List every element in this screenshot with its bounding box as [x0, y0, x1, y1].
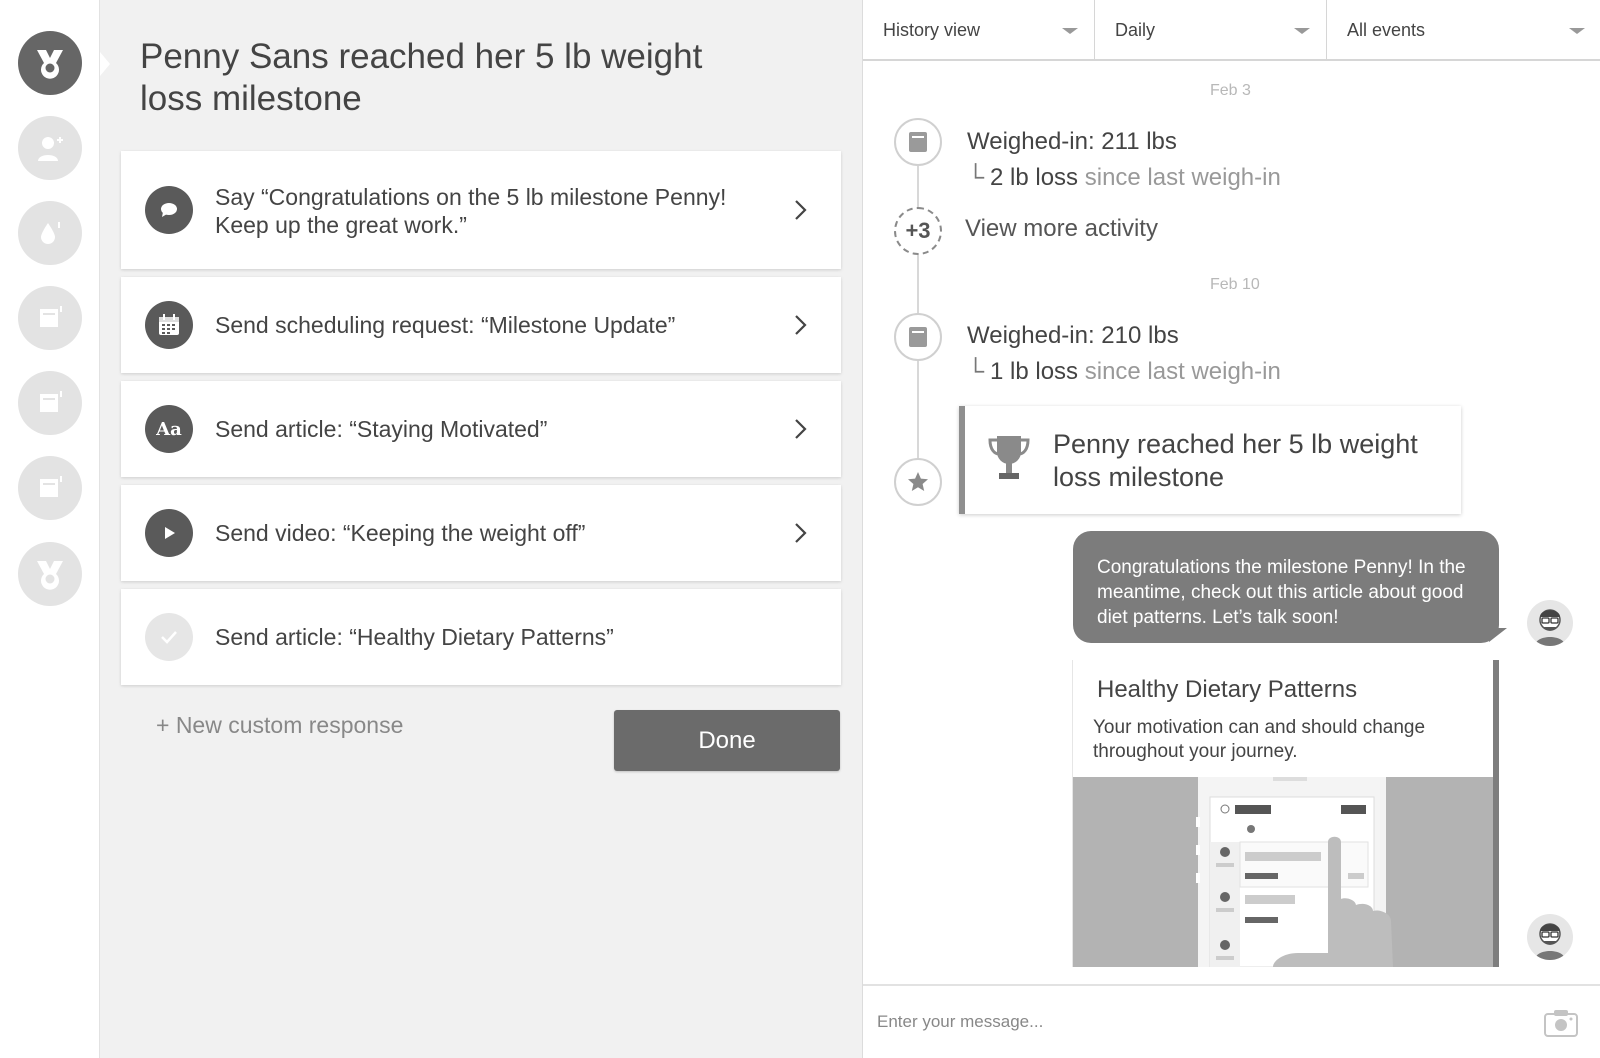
bubble-tail	[1489, 628, 1507, 642]
weigh-in-node	[894, 313, 942, 361]
active-nav-pointer	[100, 52, 110, 76]
chevron-right-icon	[795, 315, 807, 335]
milestone-text: Penny reached her 5 lb weight loss miles…	[1053, 429, 1418, 492]
article-thumbnail	[1073, 777, 1493, 967]
milestone-nav-button[interactable]	[18, 31, 82, 95]
more-count: +3	[905, 218, 931, 243]
weigh-in-text: Weighed-in: 211 lbs	[967, 128, 1177, 155]
article-description: Your motivation can and should change th…	[1093, 717, 1426, 762]
response-label: Say “Congratulations on the 5 lb milesto…	[215, 184, 727, 238]
star-icon	[908, 472, 928, 491]
article-title: Healthy Dietary Patterns	[1097, 676, 1358, 703]
response-label: Send video: “Keeping the weight off”	[215, 520, 586, 546]
weight-change-text: └ 1 lb loss since last weigh-in	[967, 358, 1281, 386]
trophy-icon	[988, 436, 1030, 479]
chevron-right-icon	[795, 200, 807, 220]
response-card-congratulate[interactable]: Say “Congratulations on the 5 lb milesto…	[121, 151, 841, 269]
branch-glyph: └	[967, 164, 985, 191]
caret-down-icon	[1062, 28, 1078, 34]
milestone-node	[894, 458, 942, 506]
chevron-right-icon	[795, 419, 807, 439]
timeline-date: Feb 10	[1210, 276, 1260, 293]
sent-message-bubble: Congratulations the milestone Penny! In …	[1073, 531, 1499, 643]
loss-qualifier: since last weigh-in	[1084, 358, 1281, 385]
message-input[interactable]	[877, 1006, 1497, 1038]
view-more-activity-link[interactable]: View more activity	[965, 215, 1158, 243]
water-nav-button[interactable]	[18, 201, 82, 265]
response-label: Send article: “Healthy Dietary Patterns”	[215, 624, 614, 650]
log-nav-button-1[interactable]	[18, 286, 82, 350]
weigh-in-node	[894, 118, 942, 166]
log-nav-button-2[interactable]	[18, 371, 82, 435]
response-card-video[interactable]: Send video: “Keeping the weight off”	[121, 485, 841, 581]
message-text: Congratulations the milestone Penny! In …	[1097, 557, 1466, 628]
play-icon	[145, 509, 193, 557]
done-button[interactable]: Done	[614, 710, 840, 771]
coach-avatar	[1527, 914, 1573, 960]
response-label: Send scheduling request: “Milestone Upda…	[215, 312, 676, 338]
medal-icon	[37, 50, 63, 79]
weight-change-text: └ 2 lb loss since last weigh-in	[967, 164, 1281, 192]
page-title: Penny Sans reached her 5 lb weight loss …	[140, 37, 703, 118]
coach-avatar	[1527, 600, 1573, 646]
check-icon	[145, 613, 193, 661]
article-icon: Aa	[145, 405, 193, 453]
loss-qualifier: since last weigh-in	[1084, 164, 1281, 191]
response-panel: Penny Sans reached her 5 lb weight loss …	[100, 0, 862, 1058]
history-view-dropdown[interactable]: History view	[863, 0, 1095, 61]
caret-down-icon	[1569, 28, 1585, 34]
scale-icon	[909, 327, 927, 347]
chat-bubble-icon	[145, 186, 193, 234]
filter-bar: History view Daily All events	[863, 0, 1600, 61]
scale-icon	[909, 132, 927, 152]
branch-glyph: └	[967, 358, 985, 385]
response-card-article-motivated[interactable]: Aa Send article: “Staying Motivated”	[121, 381, 841, 477]
more-activity-node[interactable]: +3	[894, 207, 942, 255]
medal-icon	[37, 561, 63, 590]
timeline-date: Feb 3	[1210, 82, 1251, 99]
add-person-nav-button[interactable]	[18, 116, 82, 180]
new-custom-response-link[interactable]: + New custom response	[156, 712, 403, 739]
message-composer	[863, 984, 1600, 1058]
add-person-icon	[38, 137, 63, 161]
dropdown-label: All events	[1347, 20, 1426, 40]
weigh-in-text: Weighed-in: 210 lbs	[967, 322, 1179, 349]
log-nav-button-3[interactable]	[18, 456, 82, 520]
caret-down-icon	[1294, 28, 1310, 34]
note-icon	[40, 391, 62, 412]
response-card-schedule[interactable]: Send scheduling request: “Milestone Upda…	[121, 277, 841, 373]
left-rail	[0, 0, 100, 1058]
camera-icon[interactable]	[1543, 1008, 1579, 1038]
article-icon-glyph: Aa	[156, 418, 182, 440]
history-panel: History view Daily All events Feb 3 Weig…	[862, 0, 1600, 1058]
shared-article-card[interactable]: Healthy Dietary Patterns Your motivation…	[1073, 660, 1499, 967]
response-label: Send article: “Staying Motivated”	[215, 416, 548, 442]
achievements-nav-button[interactable]	[18, 542, 82, 606]
loss-amount: 1 lb loss	[990, 358, 1079, 385]
note-icon	[40, 476, 62, 497]
frequency-dropdown[interactable]: Daily	[1095, 0, 1327, 61]
calendar-icon	[145, 301, 193, 349]
dropdown-label: History view	[883, 20, 981, 40]
chevron-right-icon	[795, 523, 807, 543]
loss-amount: 2 lb loss	[990, 164, 1079, 191]
response-card-article-diet-sent[interactable]: Send article: “Healthy Dietary Patterns”	[121, 589, 841, 685]
drop-icon	[41, 222, 60, 244]
note-icon	[40, 306, 62, 327]
milestone-card[interactable]: Penny reached her 5 lb weight loss miles…	[959, 406, 1461, 514]
dropdown-label: Daily	[1115, 20, 1156, 40]
event-type-dropdown[interactable]: All events	[1327, 0, 1600, 61]
